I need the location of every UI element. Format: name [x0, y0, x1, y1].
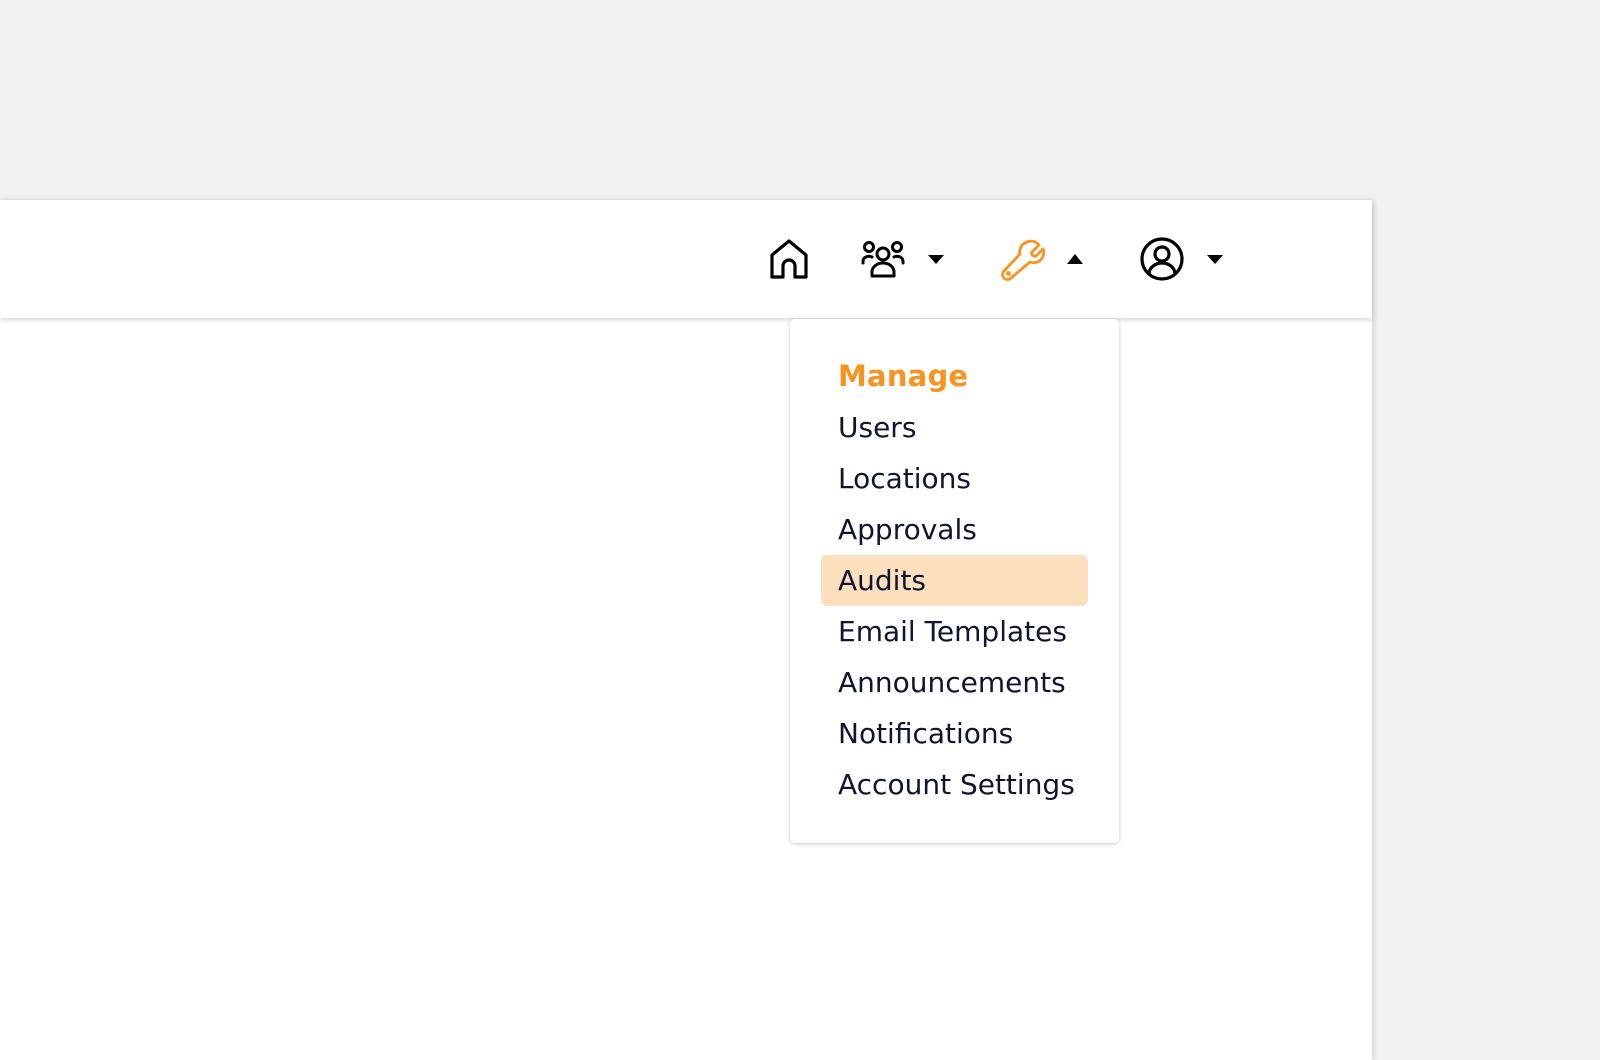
nav-manage-menu-button[interactable] — [999, 200, 1083, 318]
nav-people-menu-button[interactable] — [860, 200, 944, 318]
menu-item-audits[interactable]: Audits — [821, 555, 1088, 606]
menu-list: Users Locations Approvals Audits Email T… — [790, 402, 1119, 810]
main-content-panel — [0, 200, 1372, 1060]
wrench-icon — [999, 236, 1045, 282]
menu-item-approvals[interactable]: Approvals — [821, 504, 1088, 555]
user-circle-icon — [1139, 236, 1185, 282]
home-icon — [766, 236, 812, 282]
menu-item-account-settings[interactable]: Account Settings — [821, 759, 1088, 810]
menu-item-users[interactable]: Users — [821, 402, 1088, 453]
dropdown-heading: Manage — [838, 359, 969, 393]
menu-item-email-templates[interactable]: Email Templates — [821, 606, 1088, 657]
nav-home-button[interactable] — [766, 200, 812, 318]
nav-account-menu-button[interactable] — [1139, 200, 1223, 318]
chevron-down-icon — [1207, 254, 1223, 264]
menu-item-locations[interactable]: Locations — [821, 453, 1088, 504]
chevron-up-icon — [1067, 254, 1083, 264]
users-group-icon — [860, 236, 906, 282]
chevron-down-icon — [928, 254, 944, 264]
top-navigation-bar — [0, 200, 1372, 318]
menu-item-notifications[interactable]: Notifications — [821, 708, 1088, 759]
manage-dropdown-menu: Manage Users Locations Approvals Audits … — [790, 319, 1119, 843]
menu-item-announcements[interactable]: Announcements — [821, 657, 1088, 708]
